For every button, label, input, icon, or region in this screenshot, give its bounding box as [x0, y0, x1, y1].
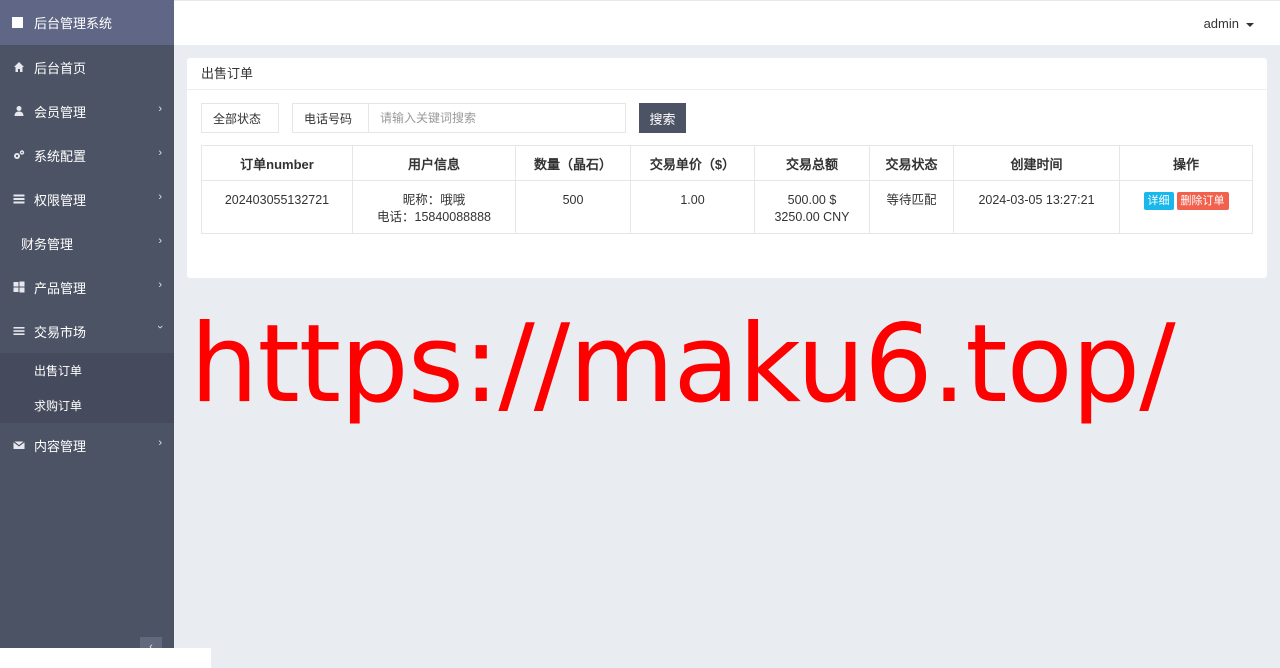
table-row: 202403055132721 昵称：哦哦 电话：15840088888 500… [201, 180, 1253, 234]
sidebar-subitem-sell-orders[interactable]: 出售订单 [0, 353, 174, 388]
sidebar-item-label: 产品管理 [34, 280, 87, 296]
search-button[interactable]: 搜索 [639, 103, 686, 133]
chevron-down-icon: › [154, 325, 167, 329]
user-name: admin [1203, 16, 1239, 31]
watermark-url: https://maku6.top/ [190, 302, 1176, 427]
sidebar-item-finance[interactable]: 财务管理 › [0, 221, 174, 265]
filter-bar: 全部状态 电话号码 搜索 [201, 103, 686, 133]
table-header-row: 订单number 用户信息 数量（晶石） 交易单价（$） 交易总额 交易状态 创… [201, 145, 1253, 181]
bars-icon [12, 324, 26, 338]
user-phone: 电话：15840088888 [377, 210, 491, 224]
sidebar-item-label: 内容管理 [34, 438, 87, 454]
sidebar-item-system-config[interactable]: 系统配置 › [0, 133, 174, 177]
detail-button[interactable]: 详细 [1143, 192, 1174, 210]
column-header: 数量（晶石） [515, 145, 631, 181]
column-header: 用户信息 [352, 145, 516, 181]
cell-total: 500.00 $ 3250.00 CNY [754, 180, 870, 234]
sidebar-item-home[interactable]: 后台首页 [0, 45, 174, 89]
chevron-right-icon: › [158, 103, 162, 115]
chevron-right-icon: › [158, 147, 162, 159]
column-header: 交易状态 [869, 145, 954, 181]
cell-actions: 详细 删除订单 [1119, 180, 1253, 234]
search-field-label[interactable]: 电话号码 [292, 103, 369, 133]
footer-strip [0, 648, 211, 668]
delete-order-button[interactable]: 删除订单 [1176, 192, 1229, 210]
topbar: admin [174, 0, 1280, 45]
cogs-icon [12, 148, 26, 162]
status-select[interactable]: 全部状态 [201, 103, 279, 133]
total-usd: 500.00 $ [787, 193, 837, 207]
logo-square-icon [12, 17, 23, 28]
search-input[interactable] [369, 103, 626, 133]
column-header: 操作 [1119, 145, 1253, 181]
cell-quantity: 500 [515, 180, 631, 234]
sidebar-item-label: 后台首页 [34, 60, 87, 76]
chevron-right-icon: › [158, 279, 162, 291]
cell-created-time: 2024-03-05 13:27:21 [953, 180, 1120, 234]
sidebar-item-products[interactable]: 产品管理 › [0, 265, 174, 309]
brand-title: 后台管理系统 [34, 16, 113, 31]
column-header: 交易总额 [754, 145, 870, 181]
list-icon [12, 192, 26, 206]
brand[interactable]: 后台管理系统 [0, 0, 174, 45]
sidebar-item-label: 交易市场 [34, 324, 87, 340]
column-header: 订单number [201, 145, 353, 181]
chevron-right-icon: › [158, 437, 162, 449]
orders-table: 订单number 用户信息 数量（晶石） 交易单价（$） 交易总额 交易状态 创… [201, 145, 1253, 234]
sidebar: 后台管理系统 后台首页 会员管理 › 系统配置 › 权限管理 › 财务管理 › … [0, 0, 174, 668]
sidebar-item-market[interactable]: 交易市场 › [0, 309, 174, 353]
sidebar-item-label: 会员管理 [34, 104, 87, 120]
submenu-market: 出售订单 求购订单 [0, 353, 174, 423]
cell-order-number: 202403055132721 [201, 180, 353, 234]
sidebar-item-permissions[interactable]: 权限管理 › [0, 177, 174, 221]
sidebar-item-label: 权限管理 [34, 192, 87, 208]
cell-unit-price: 1.00 [630, 180, 755, 234]
sidebar-item-label: 财务管理 [21, 236, 74, 252]
chevron-right-icon: › [158, 191, 162, 203]
caret-down-icon [1246, 22, 1254, 27]
user-nickname: 昵称：哦哦 [402, 193, 466, 207]
column-header: 创建时间 [953, 145, 1120, 181]
sidebar-item-label: 系统配置 [34, 148, 87, 164]
column-header: 交易单价（$） [630, 145, 755, 181]
chevron-right-icon: › [158, 235, 162, 247]
orders-panel: 出售订单 全部状态 电话号码 搜索 订单number 用户信息 数量（晶石） 交… [187, 58, 1267, 278]
sidebar-subitem-buy-orders[interactable]: 求购订单 [0, 388, 174, 423]
cell-user-info: 昵称：哦哦 电话：15840088888 [352, 180, 516, 234]
home-icon [12, 60, 26, 74]
cell-status: 等待匹配 [869, 180, 954, 234]
user-menu[interactable]: admin [1204, 16, 1254, 31]
total-cny: 3250.00 CNY [774, 210, 850, 224]
envelope-icon [12, 438, 26, 452]
sidebar-item-members[interactable]: 会员管理 › [0, 89, 174, 133]
sidebar-item-content[interactable]: 内容管理 › [0, 423, 174, 467]
windows-icon [12, 280, 26, 294]
user-icon [12, 104, 26, 118]
panel-title: 出售订单 [187, 58, 1267, 90]
